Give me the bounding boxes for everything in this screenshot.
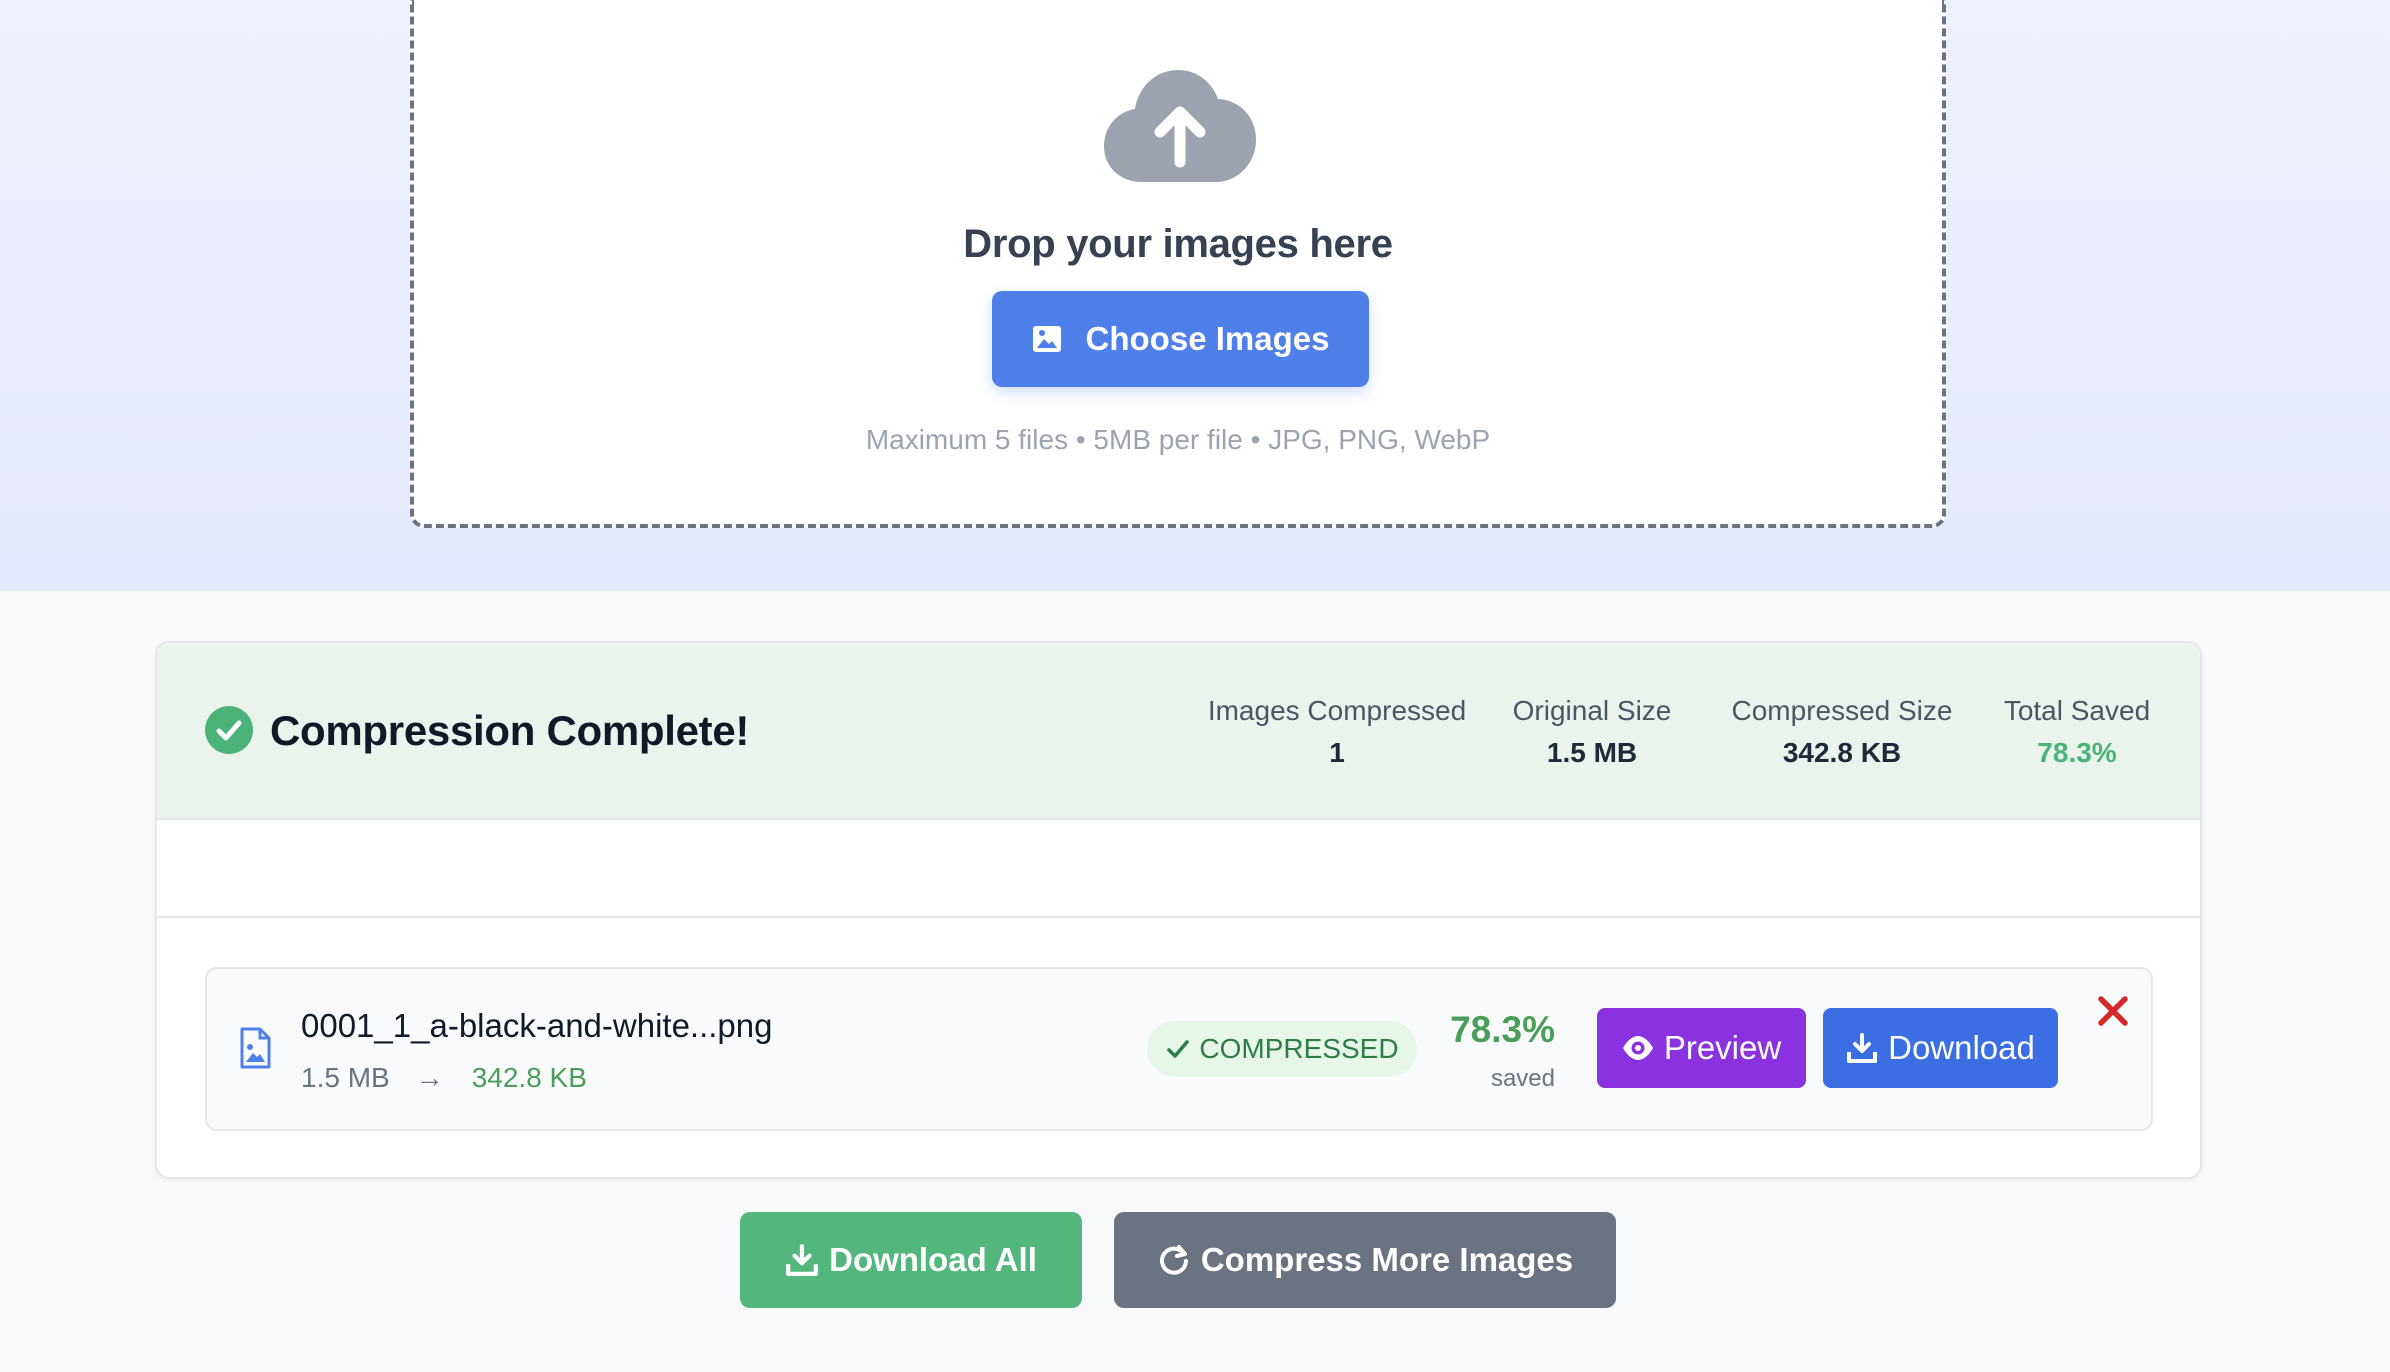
upload-limits-hint: Maximum 5 files • 5MB per file • JPG, PN…	[865, 424, 1491, 455]
upload-section: Drop your images here Choose Images Maxi…	[0, 0, 2390, 591]
preview-label: Preview	[1663, 1029, 1782, 1066]
results-card: Compression Complete! Images Compressed …	[155, 641, 2202, 1179]
close-icon[interactable]	[2093, 991, 2133, 1031]
file-size-change: 1.5 MB → 342.8 KB	[301, 1062, 587, 1094]
stat-value: 342.8 KB	[1782, 737, 1902, 768]
stat-value: 78.3%	[2037, 737, 2117, 768]
stat-original-size: Original Size 1.5 MB	[1502, 695, 1682, 769]
compressed-size: 342.8 KB	[471, 1062, 587, 1093]
eye-icon	[1622, 1036, 1653, 1060]
file-list-item: 0001_1_a-black-and-white...png 1.5 MB → …	[205, 967, 2153, 1131]
original-size: 1.5 MB	[301, 1062, 390, 1093]
stat-value: 1.5 MB	[1546, 737, 1638, 768]
download-all-button[interactable]: Download All	[740, 1212, 1082, 1308]
stat-label: Images Compressed	[1207, 695, 1467, 726]
saved-percent: 78.3%	[1450, 1009, 1555, 1050]
cloud-upload-icon	[1104, 70, 1256, 182]
stat-label: Compressed Size	[1731, 695, 1953, 726]
check-circle-icon	[205, 706, 253, 754]
arrow-right-icon: →	[415, 1062, 444, 1093]
status-text: COMPRESSED	[1199, 1033, 1399, 1064]
summary-title: Compression Complete!	[270, 707, 750, 754]
check-icon	[1167, 1040, 1190, 1058]
download-icon	[1847, 1033, 1878, 1063]
download-label: Download	[1888, 1029, 2035, 1066]
file-image-icon	[240, 1027, 271, 1069]
status-badge: COMPRESSED	[1147, 1021, 1417, 1077]
stat-value: 1	[1329, 737, 1345, 768]
choose-images-button[interactable]: Choose Images	[992, 291, 1369, 387]
compress-more-label: Compress More Images	[1200, 1241, 1574, 1278]
stat-label: Original Size	[1512, 695, 1672, 726]
file-name: 0001_1_a-black-and-white...png	[301, 1007, 773, 1044]
download-icon	[786, 1244, 819, 1276]
stat-total-saved: Total Saved 78.3%	[1992, 695, 2162, 769]
saved-label: saved	[1490, 1065, 1555, 1092]
stat-label: Total Saved	[2003, 695, 2151, 726]
dropzone-title: Drop your images here	[963, 222, 1393, 266]
compress-more-button[interactable]: Compress More Images	[1114, 1212, 1616, 1308]
choose-images-label: Choose Images	[1085, 320, 1330, 357]
image-icon	[1032, 326, 1061, 352]
stat-compressed-size: Compressed Size 342.8 KB	[1727, 695, 1957, 769]
download-button[interactable]: Download	[1823, 1008, 2058, 1088]
dropzone[interactable]: Drop your images here Choose Images Maxi…	[410, 0, 1946, 528]
stat-images-compressed: Images Compressed 1	[1207, 695, 1467, 769]
results-divider-row	[157, 820, 2200, 918]
compression-summary: Compression Complete! Images Compressed …	[157, 643, 2200, 820]
download-all-label: Download All	[829, 1241, 1037, 1278]
preview-button[interactable]: Preview	[1597, 1008, 1806, 1088]
refresh-icon	[1159, 1245, 1188, 1275]
